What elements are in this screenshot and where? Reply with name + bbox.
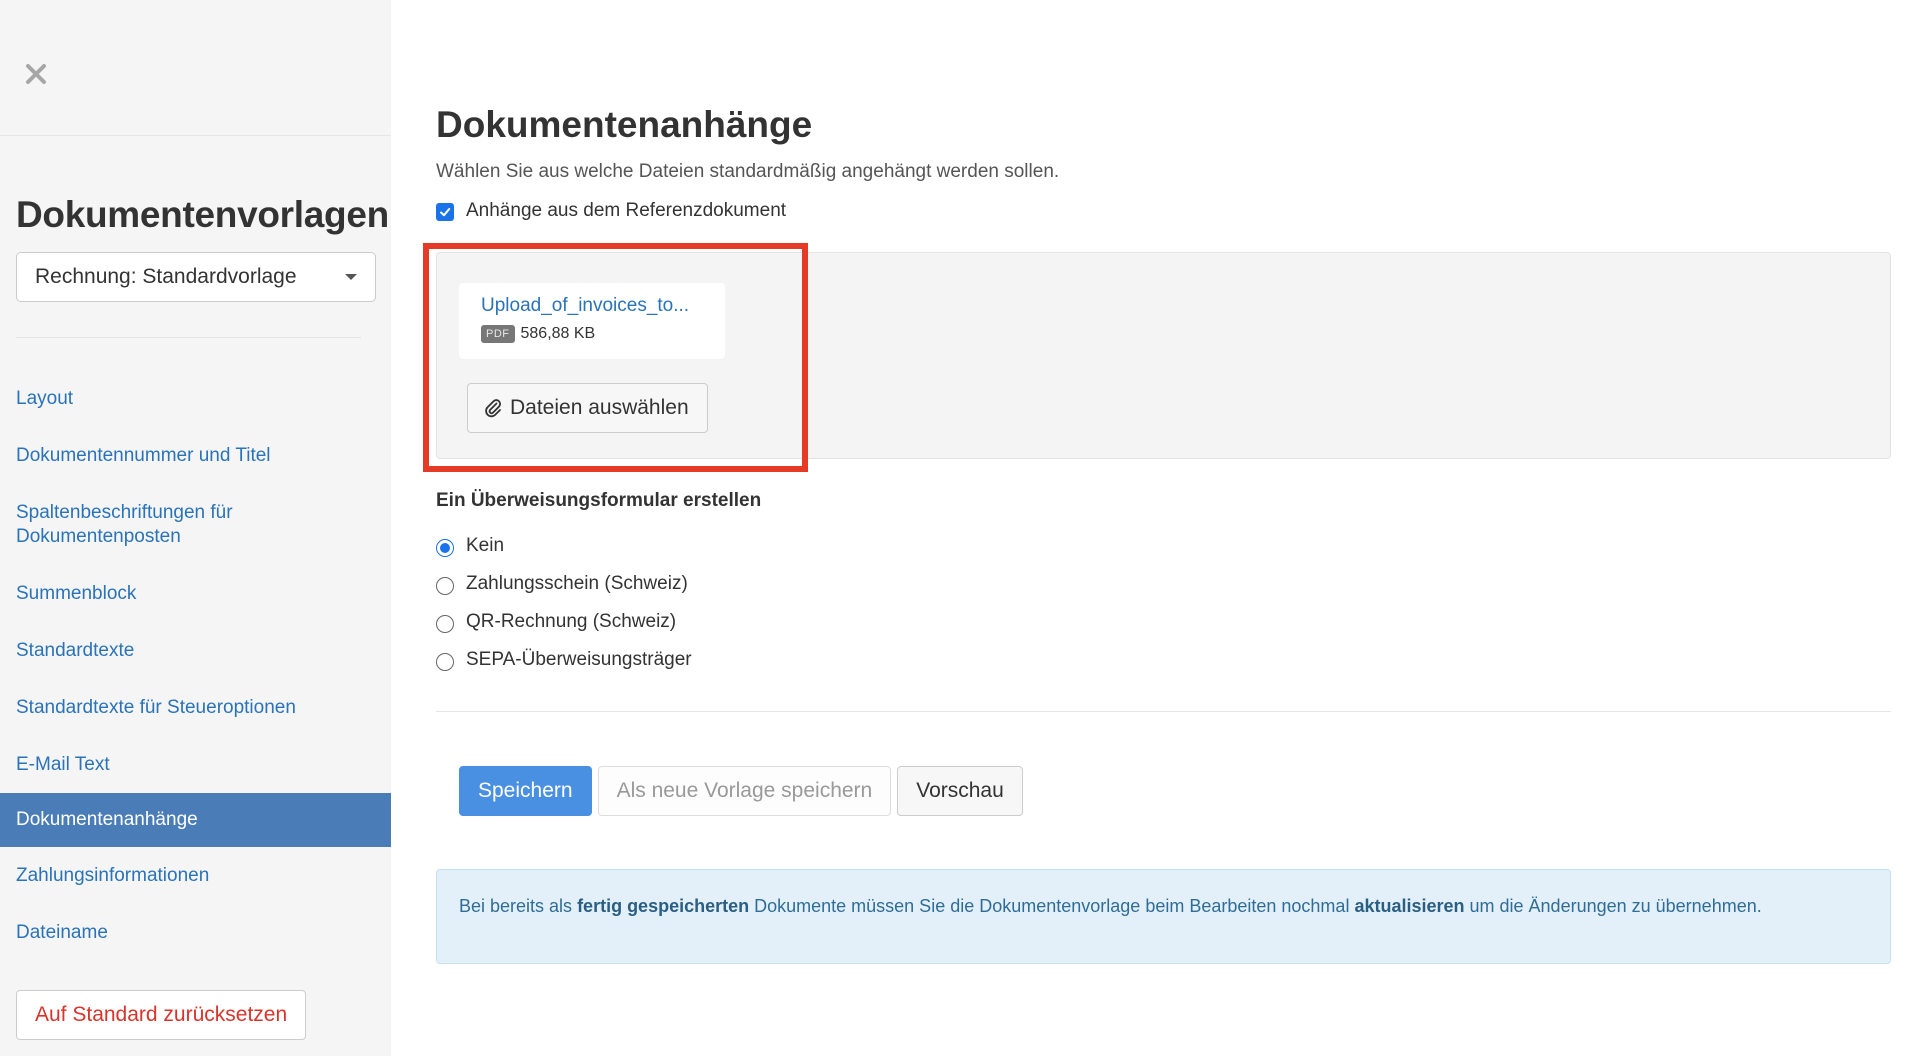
sidebar-item-payment-info[interactable]: Zahlungsinformationen [0, 847, 391, 904]
attachment-file-meta: PDF 586,88 KB [481, 325, 703, 343]
main-content: Dokumentenanhänge Wählen Sie aus welche … [423, 0, 1891, 1056]
radio-label: Kein [466, 535, 505, 556]
page-title: Dokumentenanhänge [436, 104, 813, 145]
sidebar-item-column-labels[interactable]: Spaltenbeschriftungen für Dokumentenpost… [0, 484, 391, 565]
close-icon [26, 64, 46, 84]
info-text-bold1: fertig gespeicherten [577, 896, 750, 916]
choose-files-button[interactable]: Dateien auswählen [467, 383, 708, 433]
radio-option-payment-slip-ch[interactable]: Zahlungsschein (Schweiz) [436, 565, 692, 603]
radio-label: Zahlungsschein (Schweiz) [466, 573, 688, 594]
radio-button[interactable] [436, 577, 454, 595]
sidebar-item-email-text[interactable]: E-Mail Text [0, 736, 391, 793]
section-divider [436, 711, 1891, 712]
sidebar-item-standard-texts[interactable]: Standardtexte [0, 622, 391, 679]
page-description: Wählen Sie aus welche Dateien standardmä… [436, 161, 1060, 182]
info-alert: Bei bereits als fertig gespeicherten Dok… [436, 869, 1891, 964]
attachments-dropzone[interactable]: Upload_of_invoices_to... PDF 586,88 KB D… [423, 243, 1891, 472]
checkmark-icon [440, 208, 451, 217]
reset-defaults-button[interactable]: Auf Standard zurücksetzen [16, 990, 307, 1040]
template-select-value: Rechnung: Standardvorlage [35, 265, 297, 288]
action-buttons: Speichern Als neue Vorlage speichern Vor… [459, 766, 1023, 816]
file-type-badge: PDF [481, 325, 515, 343]
sidebar: Dokumentenvorlagen Rechnung: Standardvor… [0, 0, 391, 1056]
sidebar-divider [16, 337, 361, 338]
sidebar-item-attachments[interactable]: Dokumentenanhänge [0, 793, 391, 847]
preview-button[interactable]: Vorschau [897, 766, 1023, 816]
choose-files-label: Dateien auswählen [510, 396, 689, 419]
radio-label: SEPA-Überweisungsträger [466, 649, 692, 670]
attachment-file-card[interactable]: Upload_of_invoices_to... PDF 586,88 KB [459, 283, 725, 359]
attachment-file-name[interactable]: Upload_of_invoices_to... [481, 295, 703, 317]
transfer-form-options: Kein Zahlungsschein (Schweiz) QR-Rechnun… [436, 527, 692, 679]
sidebar-item-layout[interactable]: Layout [0, 370, 391, 427]
save-as-new-template-button[interactable]: Als neue Vorlage speichern [597, 766, 892, 816]
reference-attachments-checkbox[interactable]: Anhänge aus dem Referenzdokument [436, 200, 786, 222]
info-text-part3: um die Änderungen zu übernehmen. [1464, 896, 1762, 916]
attachment-file-size: 586,88 KB [520, 325, 596, 342]
radio-button[interactable] [436, 653, 454, 671]
template-select[interactable]: Rechnung: Standardvorlage [16, 252, 376, 302]
radio-option-qr-bill-ch[interactable]: QR-Rechnung (Schweiz) [436, 603, 692, 641]
sidebar-item-document-number[interactable]: Dokumentennummer und Titel [0, 427, 391, 484]
save-button[interactable]: Speichern [459, 766, 592, 816]
radio-button[interactable] [436, 539, 454, 557]
close-button[interactable] [20, 58, 52, 90]
sidebar-item-filename[interactable]: Dateiname [0, 904, 391, 961]
info-text-bold2: aktualisieren [1354, 896, 1465, 916]
sidebar-item-totals-block[interactable]: Summenblock [0, 565, 391, 622]
paperclip-icon [484, 398, 502, 418]
radio-button[interactable] [436, 615, 454, 633]
radio-label: QR-Rechnung (Schweiz) [466, 611, 677, 632]
radio-option-none[interactable]: Kein [436, 527, 692, 565]
info-text-part1: Bei bereits als [459, 896, 578, 916]
sidebar-item-tax-texts[interactable]: Standardtexte für Steueroptionen [0, 679, 391, 736]
transfer-form-title: Ein Überweisungsformular erstellen [436, 490, 762, 511]
info-text-part2: Dokumente müssen Sie die Dokumentenvorla… [749, 896, 1355, 916]
sidebar-topbar [0, 0, 391, 136]
chevron-down-icon [345, 274, 357, 280]
checkbox-label: Anhänge aus dem Referenzdokument [466, 200, 787, 221]
checkbox[interactable] [436, 203, 454, 221]
sidebar-nav: Layout Dokumentennummer und Titel Spalte… [0, 370, 391, 961]
sidebar-title: Dokumentenvorlagen [16, 194, 389, 235]
radio-option-sepa[interactable]: SEPA-Überweisungsträger [436, 641, 692, 679]
